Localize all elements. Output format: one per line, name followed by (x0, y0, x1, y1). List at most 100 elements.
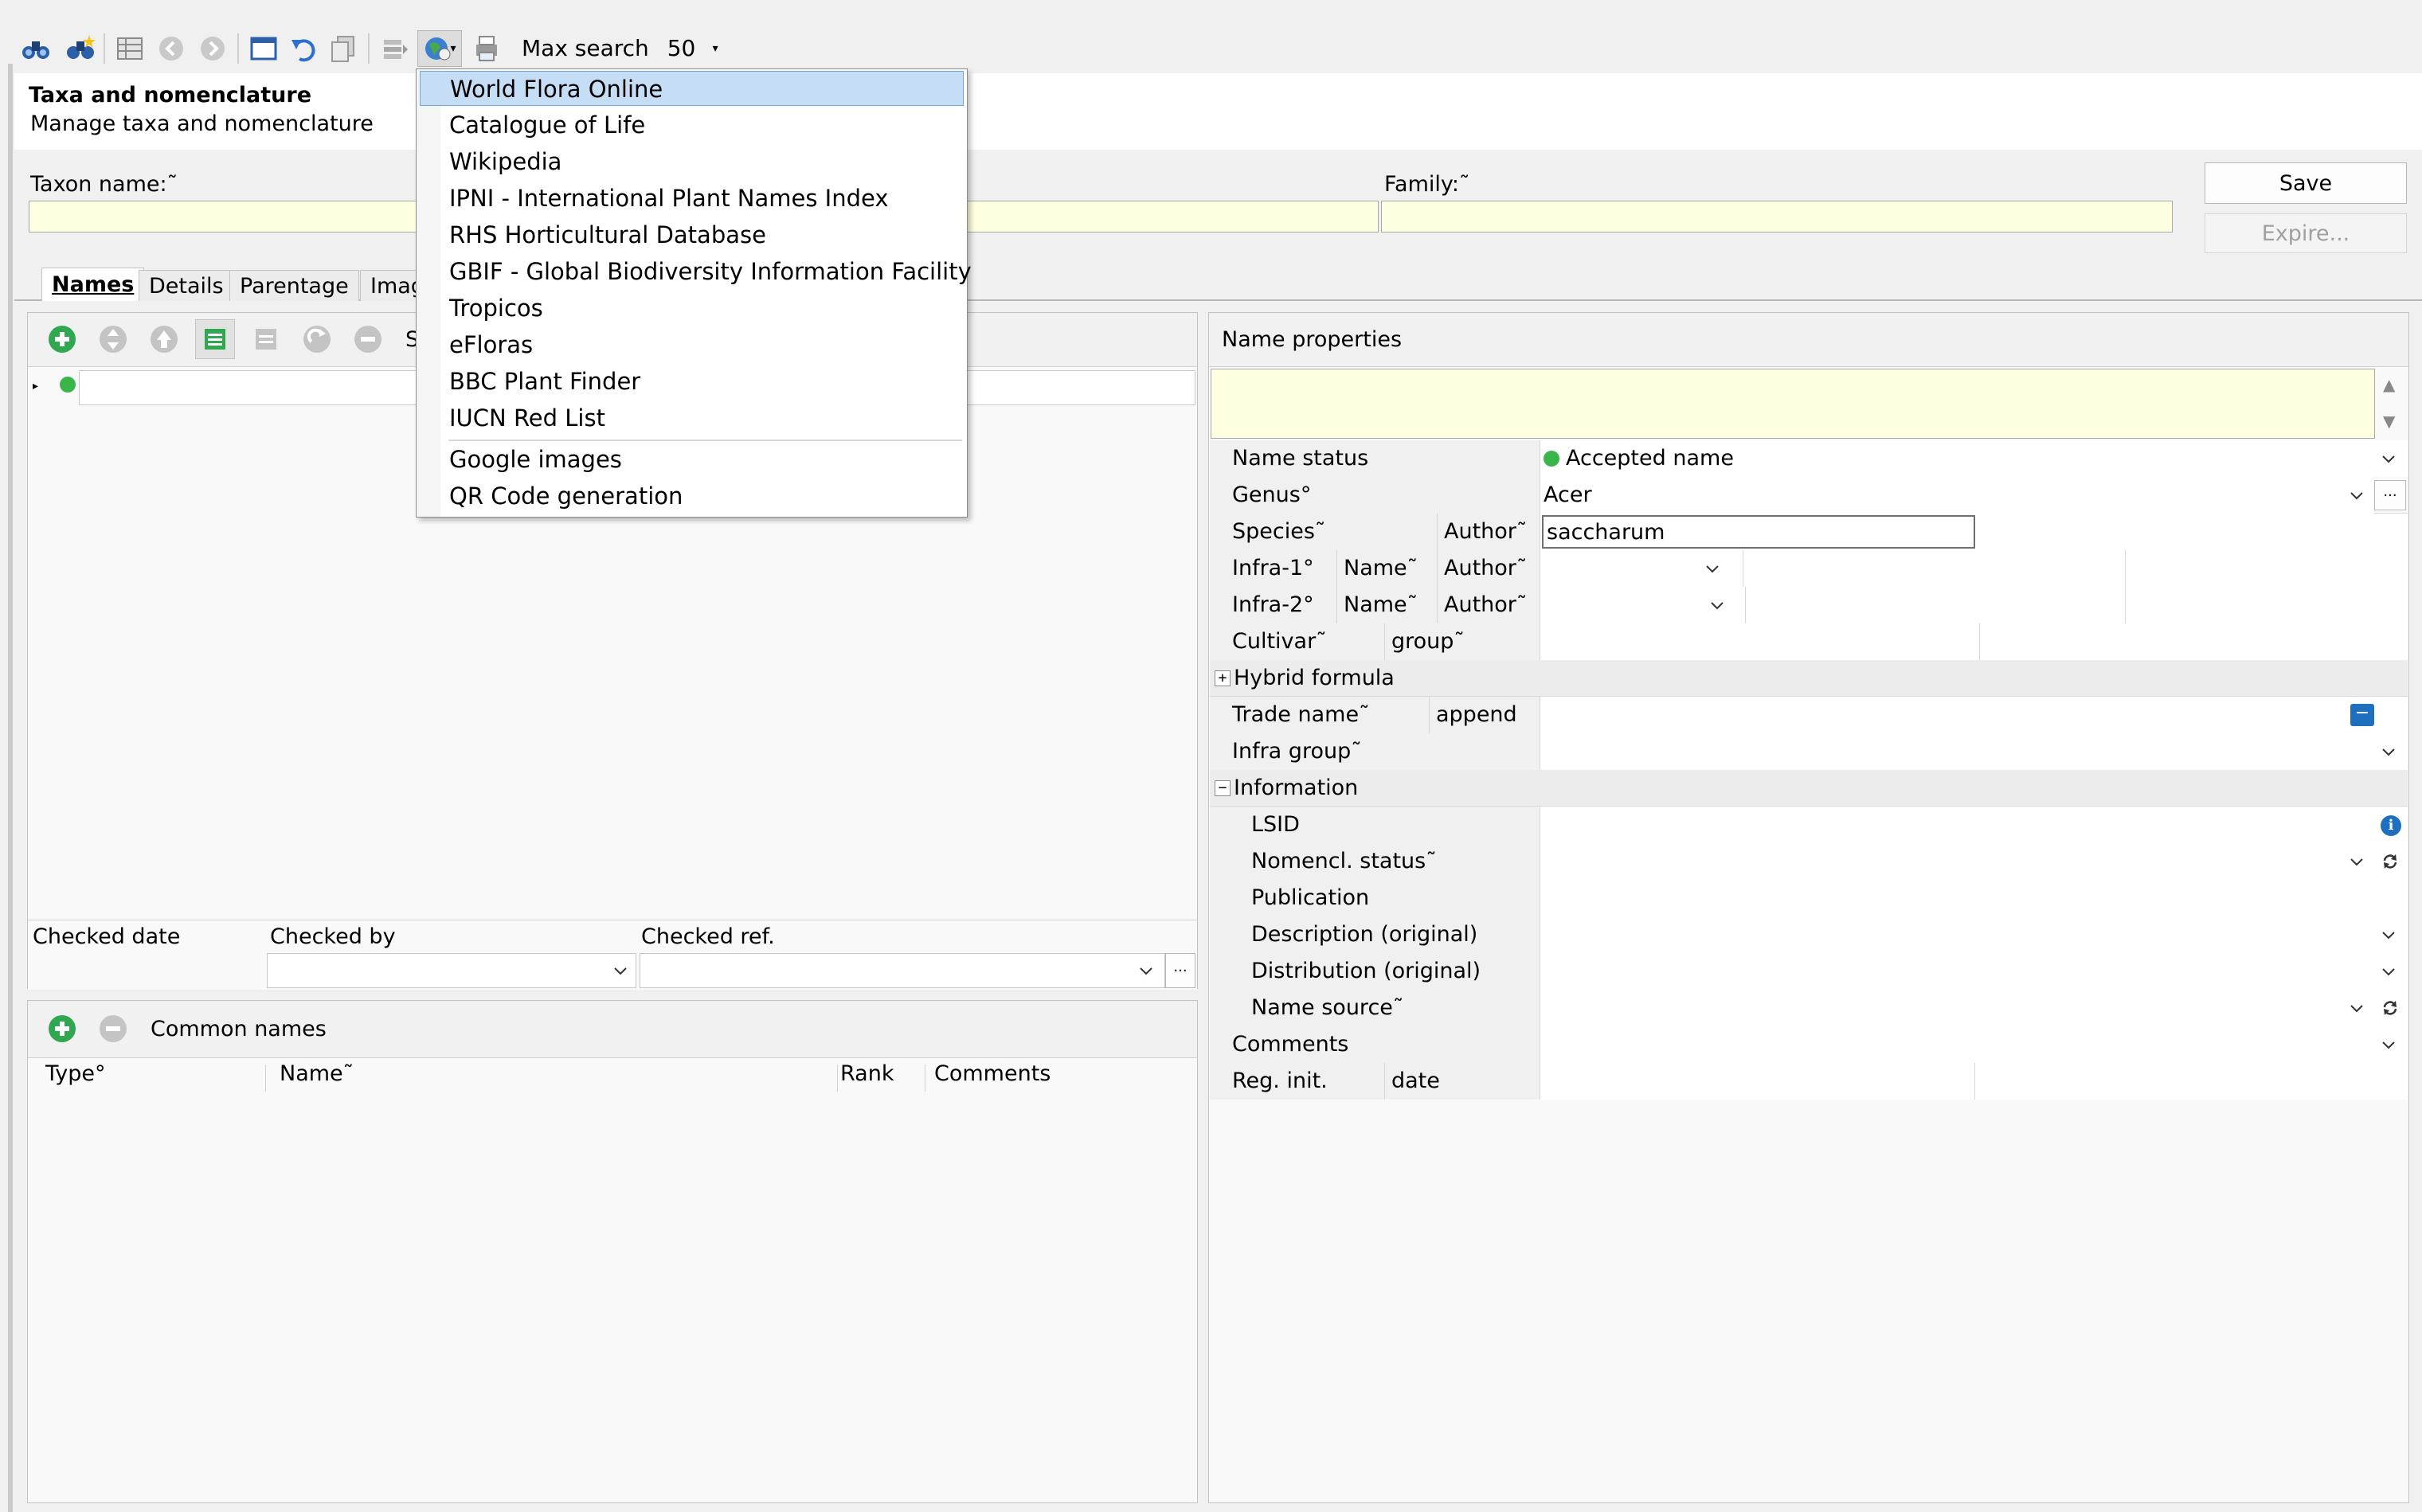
collapse-icon: − (1215, 780, 1231, 796)
chevron-down-icon[interactable] (2376, 739, 2401, 764)
hybrid-formula-section[interactable]: + Hybrid formula (1210, 660, 2408, 697)
distribution-row: Distribution (original) (1210, 953, 2408, 990)
column-comments[interactable]: Comments (934, 1061, 1051, 1086)
max-search: Max search 50 ▾ (522, 33, 718, 64)
chevron-down-icon[interactable] (2376, 959, 2401, 984)
tree-expand-icon[interactable]: ▸ (33, 380, 38, 393)
info-icon[interactable]: i (2381, 815, 2401, 836)
add-icon[interactable] (42, 319, 82, 359)
minus-icon[interactable]: − (2350, 704, 2374, 726)
window-icon[interactable] (245, 30, 282, 67)
tab-names[interactable]: Names (41, 268, 145, 301)
checked-date-input[interactable] (29, 953, 265, 988)
cultivar-input[interactable] (1540, 623, 1980, 660)
column-name[interactable]: Name˜ (280, 1061, 354, 1086)
menu-item-gbif[interactable]: GBIF - Global Biodiversity Information F… (420, 254, 972, 289)
column-type[interactable]: Type° (45, 1061, 106, 1086)
left-edge-strip (8, 64, 13, 1512)
name-status-row: Name status Accepted name (1210, 440, 2408, 477)
max-search-value[interactable]: 50 (667, 33, 699, 64)
name-status-select[interactable]: Accepted name (1540, 440, 2408, 477)
checked-by-select[interactable] (267, 953, 636, 988)
trade-name-row: Trade name˜ append − (1210, 697, 2408, 733)
menu-item-catalogue-of-life[interactable]: Catalogue of Life (420, 107, 964, 143)
expire-button[interactable]: Expire... (2205, 213, 2407, 253)
forward-icon[interactable] (194, 30, 231, 67)
refresh-icon[interactable] (2377, 849, 2403, 874)
nomencl-status-row: Nomencl. status˜ (1210, 843, 2408, 880)
save-button[interactable]: Save (2205, 162, 2407, 204)
menu-item-qr-code[interactable]: QR Code generation (420, 479, 964, 514)
menu-item-bbc-plant-finder[interactable]: BBC Plant Finder (420, 364, 964, 399)
infra-group-select[interactable] (1540, 733, 2408, 770)
infra2-name-input[interactable] (1746, 587, 2126, 623)
menu-item-iucn-red-list[interactable]: IUCN Red List (420, 400, 964, 436)
list-gray-icon[interactable] (246, 319, 286, 359)
stack-icon[interactable] (376, 30, 413, 67)
globe-icon[interactable]: ▾ (417, 30, 462, 67)
chevron-down-icon[interactable] (1704, 592, 1730, 618)
genus-select[interactable]: Acer (1540, 477, 2373, 514)
list-icon[interactable] (195, 319, 235, 359)
genus-more-button[interactable]: ··· (2374, 480, 2406, 510)
distribution-select[interactable] (1540, 953, 2408, 990)
table-icon[interactable] (112, 30, 148, 67)
menu-item-google-images[interactable]: Google images (420, 442, 964, 477)
family-input[interactable] (1381, 201, 2173, 232)
chevron-down-icon[interactable] (2344, 483, 2369, 508)
refresh-icon[interactable] (2377, 995, 2403, 1021)
chevron-down-icon[interactable] (2344, 849, 2369, 874)
checked-ref-label: Checked ref. (641, 924, 775, 949)
name-source-select[interactable] (1540, 990, 2408, 1026)
lsid-input[interactable] (1540, 807, 2408, 843)
menu-item-wikipedia[interactable]: Wikipedia (420, 144, 964, 179)
move-up-icon[interactable] (144, 319, 184, 359)
column-rank[interactable]: Rank (840, 1061, 894, 1086)
publication-input[interactable] (1540, 880, 2408, 916)
remove-icon[interactable] (348, 319, 388, 359)
comments-select[interactable] (1540, 1026, 2408, 1063)
species-input[interactable]: saccharum (1542, 515, 1975, 549)
scroll-up-icon[interactable]: ▲ (2383, 375, 2395, 394)
tab-details[interactable]: Details (139, 270, 234, 301)
chevron-down-icon[interactable] (2376, 446, 2401, 471)
menu-item-efloras[interactable]: eFloras (420, 327, 964, 362)
menu-item-tropicos[interactable]: Tropicos (420, 291, 964, 326)
add-common-name-icon[interactable] (42, 1009, 82, 1049)
family-label: Family:˜ (1384, 172, 1470, 197)
trade-name-input[interactable] (1540, 697, 2408, 733)
infra1-row: Infra-1° Name˜ Author˜ (1210, 550, 2408, 587)
chevron-down-icon[interactable] (1700, 556, 1725, 581)
common-names-panel: Common names Type° Name˜ Rank Comments (27, 1000, 1198, 1503)
checked-ref-more-button[interactable]: ··· (1165, 953, 1195, 988)
checked-ref-select[interactable] (640, 953, 1165, 988)
binoculars-icon[interactable] (18, 30, 54, 67)
chevron-down-icon[interactable] (2376, 1032, 2401, 1057)
copy-icon[interactable] (325, 30, 362, 67)
chevron-down-icon[interactable] (608, 958, 633, 983)
menu-item-world-flora-online[interactable]: World Flora Online (420, 71, 964, 106)
nomencl-status-select[interactable] (1540, 843, 2408, 880)
chevron-down-icon[interactable] (2344, 995, 2369, 1021)
infra1-name-input[interactable] (1743, 550, 2126, 587)
chevron-down-icon[interactable] (2376, 922, 2401, 947)
remove-common-name-icon[interactable] (93, 1009, 133, 1049)
binoculars-star-icon[interactable] (62, 30, 99, 67)
redo-icon[interactable] (297, 319, 337, 359)
reg-init-input[interactable] (1540, 1063, 1975, 1100)
description-select[interactable] (1540, 916, 2408, 953)
information-section[interactable]: − Information (1210, 770, 2408, 807)
menu-item-rhs[interactable]: RHS Horticultural Database (420, 217, 964, 252)
max-search-dropdown-icon[interactable]: ▾ (713, 42, 718, 55)
main-toolbar: ▾ Max search 50 ▾ (14, 24, 811, 72)
tab-parentage[interactable]: Parentage (229, 270, 359, 301)
menu-item-ipni[interactable]: IPNI - International Plant Names Index (420, 181, 964, 216)
back-icon[interactable] (153, 30, 190, 67)
tab-images[interactable]: Imag (360, 270, 424, 301)
menu-separator (448, 440, 962, 441)
scroll-down-icon[interactable]: ▼ (2383, 412, 2395, 431)
move-updown-icon[interactable] (93, 319, 133, 359)
chevron-down-icon[interactable] (1133, 958, 1159, 983)
undo-icon[interactable] (285, 30, 322, 67)
printer-icon[interactable] (468, 30, 505, 67)
